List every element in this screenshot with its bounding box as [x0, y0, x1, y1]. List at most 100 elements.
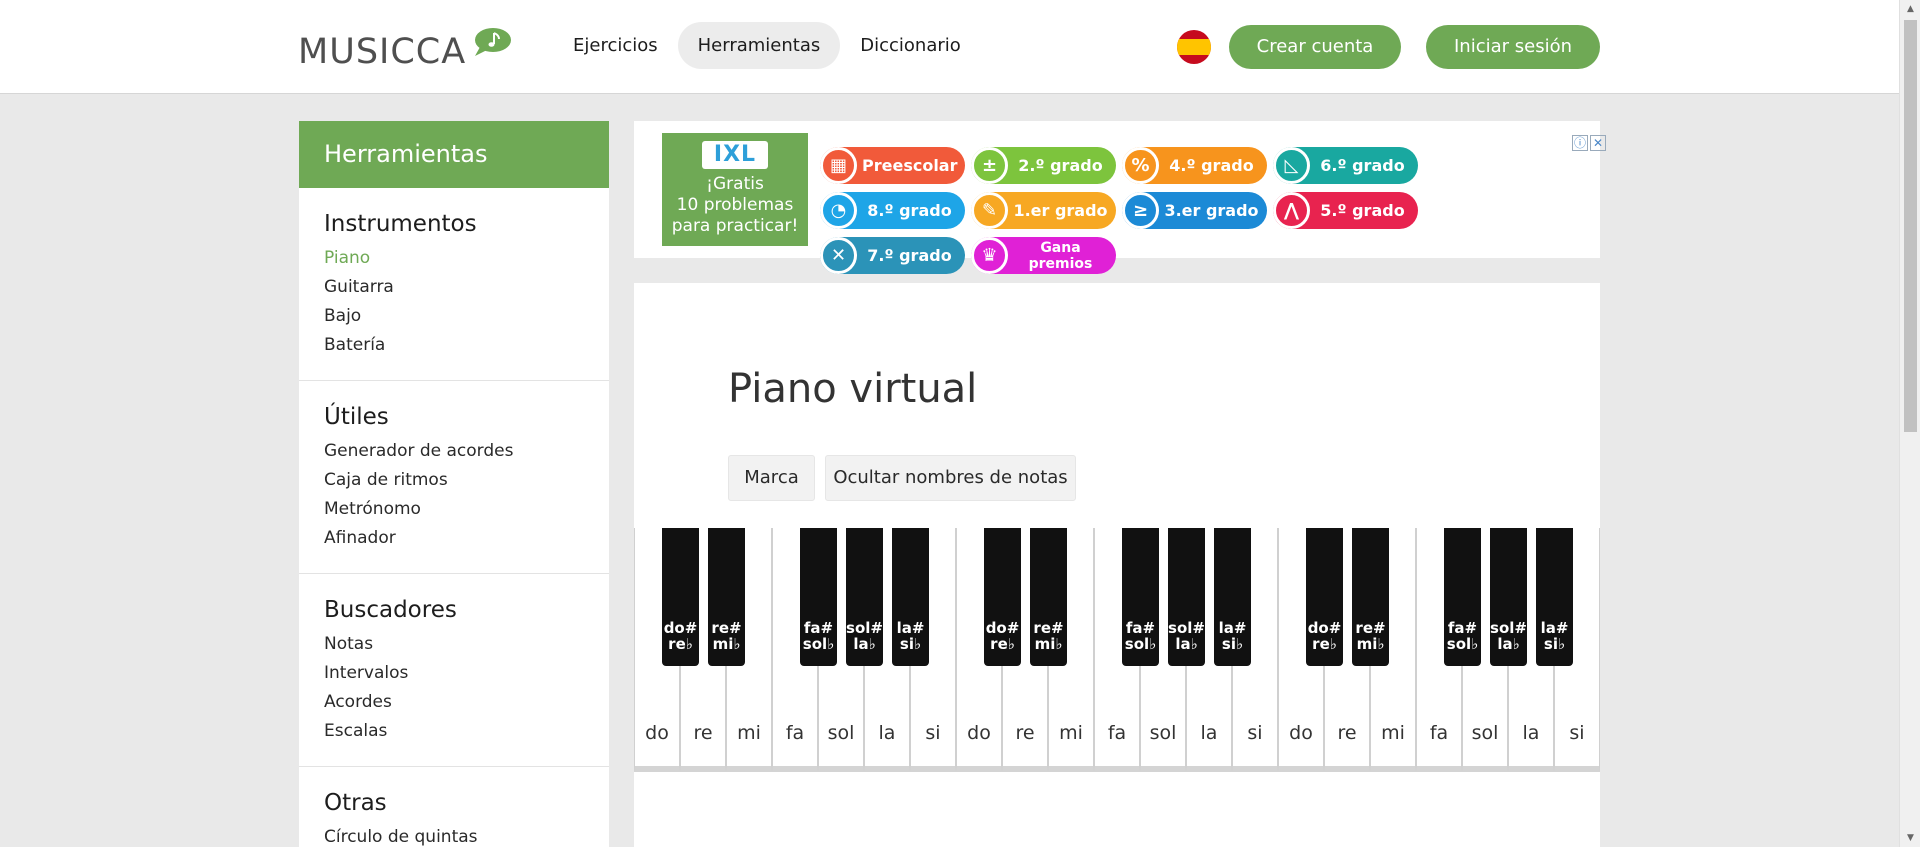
satellite-icon: ✕ [820, 237, 857, 274]
black-key-sharp-label: do# [985, 619, 1020, 637]
ad-grade-pill-label: 2.º grado [1018, 155, 1103, 175]
white-key-label: mi [1381, 722, 1405, 744]
piano-black-key[interactable]: la# si♭ [1214, 528, 1251, 666]
sidebar-item-notas[interactable]: Notas [324, 630, 584, 659]
scroll-down-arrow-icon[interactable]: ▼ [1900, 829, 1920, 847]
sidebar-group-utiles: Útiles Generador de acordes Caja de ritm… [299, 381, 609, 574]
white-key-label: la [878, 722, 896, 744]
musicca-logo[interactable]: MUSICCA [298, 26, 512, 70]
sidebar-item-acordes[interactable]: Acordes [324, 688, 584, 717]
ad-grade-pill-label: Preescolar [862, 155, 958, 175]
white-key-label: la [1522, 722, 1540, 744]
piano-black-key[interactable]: re# mi♭ [1352, 528, 1389, 666]
ad-grade-pill[interactable]: ±2.º grado [971, 147, 1116, 184]
ad-grade-pill-label: 3.er grado [1164, 200, 1259, 220]
scrollbar-thumb[interactable] [1904, 20, 1917, 432]
ad-grade-pill[interactable]: ✎ 1.er grado [971, 192, 1116, 229]
pie-chart-icon: ◔ [820, 192, 857, 229]
piano-black-key[interactable]: la# si♭ [1536, 528, 1573, 666]
piano-black-key[interactable]: re# mi♭ [1030, 528, 1067, 666]
ixl-logo: IXL [702, 141, 768, 169]
black-key-flat-label: mi♭ [1356, 635, 1385, 653]
black-key-sharp-label: la# [896, 619, 925, 637]
hide-note-names-button[interactable]: Ocultar nombres de notas [825, 455, 1076, 501]
sidebar-item-bateria[interactable]: Batería [324, 331, 584, 360]
ad-close-icon[interactable]: ✕ [1590, 135, 1606, 151]
piano-black-key[interactable]: sol# la♭ [1168, 528, 1205, 666]
login-button[interactable]: Iniciar sesión [1426, 25, 1600, 69]
sidebar-group-otras: Otras Círculo de quintas [299, 767, 609, 847]
piano-black-key[interactable]: fa# sol♭ [1444, 528, 1481, 666]
ad-grade-pill[interactable]: ◔ 8.º grado [820, 192, 965, 229]
sidebar-item-metronomo[interactable]: Metrónomo [324, 495, 584, 524]
white-key-label: sol [1149, 722, 1177, 744]
black-key-flat-label: re♭ [1312, 635, 1337, 653]
white-key-label: fa [785, 722, 805, 744]
piano-black-key[interactable]: sol# la♭ [846, 528, 883, 666]
sidebar-item-afinador[interactable]: Afinador [324, 524, 584, 553]
ad-grade-pill[interactable]: ✕ 7.º grado [820, 237, 965, 274]
nav-diccionario[interactable]: Diccionario [840, 22, 981, 69]
black-key-sharp-label: la# [1218, 619, 1247, 637]
create-account-button[interactable]: Crear cuenta [1229, 25, 1401, 69]
ad-grade-pill[interactable]: ≥3.er grado [1122, 192, 1267, 229]
black-key-flat-label: sol♭ [802, 635, 835, 653]
piano-black-key[interactable]: sol# la♭ [1490, 528, 1527, 666]
logo-text: MUSICCA [298, 32, 467, 72]
mark-button[interactable]: Marca [728, 455, 815, 501]
sidebar-item-escalas[interactable]: Escalas [324, 717, 584, 746]
ad-grade-pill-label: 4.º grado [1169, 155, 1254, 175]
abacus-icon: ▦ [820, 147, 857, 184]
black-key-flat-label: mi♭ [712, 635, 741, 653]
black-key-flat-label: la♭ [1497, 635, 1520, 653]
ad-promo[interactable]: IXL ¡Gratis 10 problemas para practicar! [662, 133, 808, 246]
piano-black-key[interactable]: fa# sol♭ [1122, 528, 1159, 666]
nav-ejercicios[interactable]: Ejercicios [553, 22, 678, 69]
sidebar-item-piano[interactable]: Piano [324, 244, 584, 273]
sidebar-item-guitarra[interactable]: Guitarra [324, 273, 584, 302]
sidebar-item-bajo[interactable]: Bajo [324, 302, 584, 331]
black-key-sharp-label: sol# [1168, 619, 1205, 637]
piano-black-key[interactable]: re# mi♭ [708, 528, 745, 666]
white-key-label: sol [1471, 722, 1499, 744]
white-key-label: re [1337, 722, 1357, 744]
nav-herramientas[interactable]: Herramientas [677, 22, 841, 69]
spain-flag-icon[interactable] [1177, 30, 1211, 64]
piano-black-key[interactable]: la# si♭ [892, 528, 929, 666]
sidebar-item-intervalos[interactable]: Intervalos [324, 659, 584, 688]
white-key-label: mi [737, 722, 761, 744]
ad-grade-pill[interactable]: ♛ Gana premios [971, 237, 1116, 274]
sidebar-item-generador-acordes[interactable]: Generador de acordes [324, 437, 584, 466]
sidebar-item-circulo-quintas[interactable]: Círculo de quintas [324, 823, 584, 847]
black-key-sharp-label: re# [1355, 619, 1386, 637]
piano-black-key[interactable]: do# re♭ [984, 528, 1021, 666]
piano-panel: Piano virtual Marca Ocultar nombres de n… [634, 283, 1600, 847]
black-key-flat-label: si♭ [1543, 635, 1566, 653]
tools-sidebar: Herramientas Instrumentos Piano Guitarra… [299, 121, 609, 847]
sidebar-group-title: Instrumentos [324, 211, 477, 237]
ad-grade-pill[interactable]: % 4.º grado [1122, 147, 1267, 184]
ad-text-line: 10 problemas [676, 195, 794, 215]
percent-icon: % [1122, 147, 1159, 184]
sidebar-item-caja-ritmos[interactable]: Caja de ritmos [324, 466, 584, 495]
ad-grade-pill-label: 5.º grado [1320, 200, 1405, 220]
white-key-label: mi [1059, 722, 1083, 744]
black-key-sharp-label: re# [1033, 619, 1064, 637]
ad-grade-pill-label: 1.er grado [1013, 200, 1108, 220]
piano-black-key[interactable]: do# re♭ [662, 528, 699, 666]
piano-black-key[interactable]: fa# sol♭ [800, 528, 837, 666]
white-key-label: do [645, 722, 669, 744]
ad-grade-pill[interactable]: ◺ 6.º grado [1273, 147, 1418, 184]
ad-grade-pill[interactable]: ▦ Preescolar [820, 147, 965, 184]
piano-black-key[interactable]: do# re♭ [1306, 528, 1343, 666]
black-key-flat-label: re♭ [990, 635, 1015, 653]
black-key-sharp-label: la# [1540, 619, 1569, 637]
pencil-cup-icon: ✎ [971, 192, 1008, 229]
ad-grade-pill[interactable]: ⋀ 5.º grado [1273, 192, 1418, 229]
black-key-sharp-label: do# [1307, 619, 1342, 637]
sidebar-group-instrumentos: Instrumentos Piano Guitarra Bajo Batería [299, 188, 609, 381]
page-scrollbar[interactable]: ▲ ▼ [1899, 0, 1920, 847]
ad-info-icon[interactable]: ⓘ [1572, 135, 1588, 151]
scroll-up-arrow-icon[interactable]: ▲ [1900, 0, 1920, 18]
white-key-label: sol [827, 722, 855, 744]
